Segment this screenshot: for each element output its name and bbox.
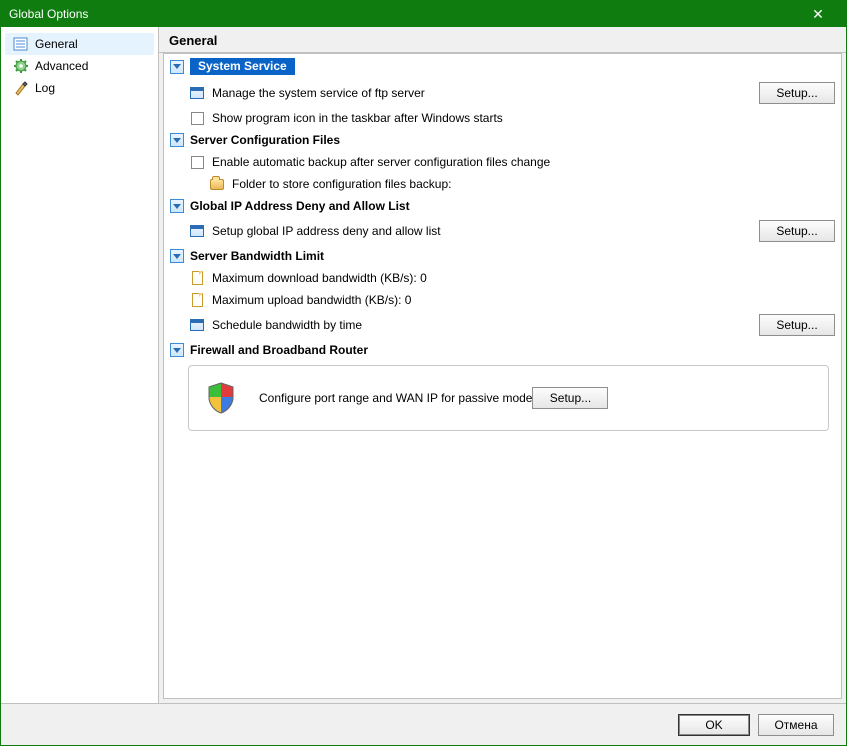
app-icon (188, 85, 206, 101)
global-options-window: Global Options ✕ General Advanced Log (0, 0, 847, 746)
window-title: Global Options (9, 7, 88, 21)
row-backup-folder: Folder to store configuration files back… (164, 173, 841, 195)
folder-icon (208, 176, 226, 192)
collapse-icon[interactable] (170, 60, 184, 74)
section-ip-list[interactable]: Global IP Address Deny and Allow List (164, 195, 841, 217)
row-label: Manage the system service of ftp server (212, 86, 759, 100)
sidebar-item-advanced[interactable]: Advanced (5, 55, 154, 77)
row-max-download: Maximum download bandwidth (KB/s): 0 (164, 267, 841, 289)
app-icon (188, 223, 206, 239)
collapse-icon[interactable] (170, 249, 184, 263)
section-bandwidth[interactable]: Server Bandwidth Limit (164, 245, 841, 267)
section-title: Server Configuration Files (190, 133, 340, 147)
collapse-icon[interactable] (170, 133, 184, 147)
content: System Service Manage the system service… (163, 53, 842, 699)
sidebar-item-label: General (35, 37, 78, 51)
row-schedule-bandwidth: Schedule bandwidth by time Setup... (164, 311, 841, 339)
section-title: Global IP Address Deny and Allow List (190, 199, 410, 213)
ok-button[interactable]: OK (678, 714, 750, 736)
checkbox-icon[interactable] (188, 154, 206, 170)
row-label: Show program icon in the taskbar after W… (212, 111, 835, 125)
sidebar: General Advanced Log (1, 27, 159, 703)
row-label: Enable automatic backup after server con… (212, 155, 835, 169)
section-title: Firewall and Broadband Router (190, 343, 368, 357)
close-icon[interactable]: ✕ (798, 6, 838, 23)
list-icon (11, 35, 31, 53)
row-manage-service: Manage the system service of ftp server … (164, 79, 841, 107)
footer: OK Отмена (1, 703, 846, 745)
collapse-icon[interactable] (170, 199, 184, 213)
row-label: Folder to store configuration files back… (232, 177, 835, 191)
sidebar-item-general[interactable]: General (5, 33, 154, 55)
checkbox-icon[interactable] (188, 110, 206, 126)
section-config-files[interactable]: Server Configuration Files (164, 129, 841, 151)
row-label: Maximum upload bandwidth (KB/s): 0 (212, 293, 835, 307)
pen-icon (11, 79, 31, 97)
setup-button[interactable]: Setup... (759, 82, 835, 104)
section-firewall[interactable]: Firewall and Broadband Router (164, 339, 841, 361)
section-title: System Service (190, 58, 295, 75)
page-icon (188, 292, 206, 308)
section-title: Server Bandwidth Limit (190, 249, 324, 263)
page-title: General (159, 27, 846, 53)
sidebar-item-log[interactable]: Log (5, 77, 154, 99)
setup-button[interactable]: Setup... (759, 314, 835, 336)
row-label: Schedule bandwidth by time (212, 318, 759, 332)
row-auto-backup[interactable]: Enable automatic backup after server con… (164, 151, 841, 173)
main: General System Service Manage the system… (159, 27, 846, 703)
sidebar-item-label: Log (35, 81, 55, 95)
row-max-upload: Maximum upload bandwidth (KB/s): 0 (164, 289, 841, 311)
setup-button[interactable]: Setup... (532, 387, 608, 409)
row-label: Maximum download bandwidth (KB/s): 0 (212, 271, 835, 285)
row-label: Setup global IP address deny and allow l… (212, 224, 759, 238)
row-ip-setup: Setup global IP address deny and allow l… (164, 217, 841, 245)
page-icon (188, 270, 206, 286)
setup-button[interactable]: Setup... (759, 220, 835, 242)
firewall-panel: Configure port range and WAN IP for pass… (188, 365, 829, 431)
gear-icon (11, 57, 31, 75)
collapse-icon[interactable] (170, 343, 184, 357)
titlebar: Global Options ✕ (1, 1, 846, 27)
sidebar-item-label: Advanced (35, 59, 88, 73)
row-show-icon[interactable]: Show program icon in the taskbar after W… (164, 107, 841, 129)
cancel-button[interactable]: Отмена (758, 714, 834, 736)
firewall-desc: Configure port range and WAN IP for pass… (259, 391, 532, 405)
shield-icon (201, 378, 241, 418)
section-system-service[interactable]: System Service (164, 54, 841, 79)
app-icon (188, 317, 206, 333)
body: General Advanced Log General (1, 27, 846, 703)
